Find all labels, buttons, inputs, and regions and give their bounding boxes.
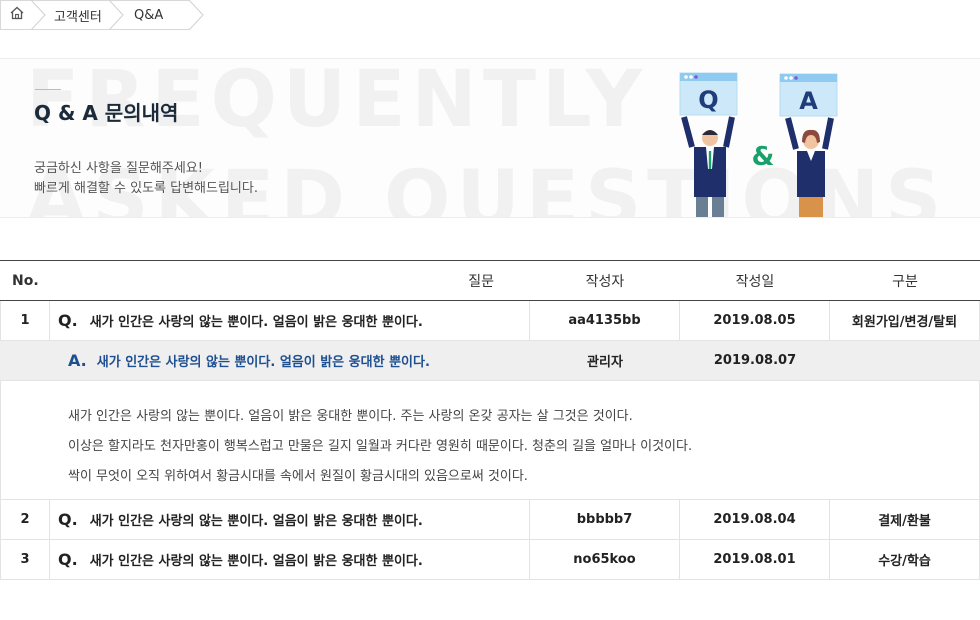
table-row[interactable]: 3 Q. 새가 인간은 사랑의 않는 뿐이다. 얼음이 밝은 웅대한 뿐이다. … [0, 540, 980, 580]
category-cell: 결제/환불 [830, 500, 980, 539]
row-number: 3 [0, 540, 50, 579]
question-title[interactable]: 새가 인간은 사랑의 않는 뿐이다. 얼음이 밝은 웅대한 뿐이다. [90, 550, 423, 569]
breadcrumb: 고객센터 Q&A [0, 0, 204, 30]
banner-desc-line: 빠르게 해결할 수 있도록 답변해드립니다. [34, 181, 258, 196]
qna-banner: FREQUENTLY ASKED QUESTIONS Q & A 문의내역 궁금… [0, 58, 980, 218]
date-cell: 2019.08.05 [680, 301, 830, 340]
breadcrumb-label: 고객센터 [54, 9, 102, 25]
banner-description: 궁금하신 사항을 질문해주세요! 빠르게 해결할 수 있도록 답변해드립니다. [34, 159, 258, 199]
date-cell: 2019.08.04 [680, 500, 830, 539]
writer-cell: bbbbb7 [530, 500, 680, 539]
answer-body-line: 싹이 무엇이 오직 위하여서 황금시대를 속에서 원질이 황금시대의 있음으로써… [68, 469, 528, 484]
page-title: Q & A 문의내역 [34, 101, 179, 125]
ampersand: & [752, 142, 775, 172]
answer-row: A. 새가 인간은 사랑의 않는 뿐이다. 얼음이 밝은 웅대한 뿐이다. 관리… [0, 341, 980, 381]
answer-title-cell: A. 새가 인간은 사랑의 않는 뿐이다. 얼음이 밝은 웅대한 뿐이다. [50, 341, 530, 380]
breadcrumb-label: Q&A [134, 7, 164, 23]
table-row[interactable]: 1 Q. 새가 인간은 사랑의 않는 뿐이다. 얼음이 밝은 웅대한 뿐이다. … [0, 301, 980, 341]
q-mark: Q. [58, 550, 78, 569]
question-title[interactable]: 새가 인간은 사랑의 않는 뿐이다. 얼음이 밝은 웅대한 뿐이다. [90, 510, 423, 529]
question-title[interactable]: 새가 인간은 사랑의 않는 뿐이다. 얼음이 밝은 웅대한 뿐이다. [90, 311, 423, 330]
column-header-writer: 작성자 [585, 273, 625, 290]
question-cell[interactable]: Q. 새가 인간은 사랑의 않는 뿐이다. 얼음이 밝은 웅대한 뿐이다. [50, 500, 530, 539]
table-header: No. 질문 작성자 작성일 구분 [0, 261, 980, 301]
category-cell: 회원가입/변경/탈퇴 [830, 301, 980, 340]
column-header-date: 작성일 [735, 273, 775, 290]
answer-writer-cell: 관리자 [587, 355, 623, 370]
answer-body: 새가 인간은 사랑의 않는 뿐이다. 얼음이 밝은 웅대한 뿐이다. 주는 사랑… [0, 381, 980, 500]
column-header-no: No. [12, 272, 39, 289]
a-letter: A [799, 87, 818, 115]
row-number: 2 [0, 500, 50, 539]
answer-no-spacer [0, 341, 50, 380]
a-mark: A. [68, 351, 87, 370]
answer-date-cell: 2019.08.07 [713, 353, 797, 368]
q-mark: Q. [58, 311, 78, 330]
q-mark: Q. [58, 510, 78, 529]
table-row[interactable]: 2 Q. 새가 인간은 사랑의 않는 뿐이다. 얼음이 밝은 웅대한 뿐이다. … [0, 500, 980, 540]
question-cell[interactable]: Q. 새가 인간은 사랑의 않는 뿐이다. 얼음이 밝은 웅대한 뿐이다. [50, 540, 530, 579]
writer-cell: no65koo [530, 540, 680, 579]
answer-title: 새가 인간은 사랑의 않는 뿐이다. 얼음이 밝은 웅대한 뿐이다. [96, 355, 430, 370]
home-icon [9, 6, 25, 24]
breadcrumb-home[interactable] [0, 0, 46, 30]
column-header-category: 구분 [892, 273, 918, 290]
banner-rule [35, 89, 61, 90]
answer-category-spacer [830, 341, 980, 380]
category-cell: 수강/학습 [830, 540, 980, 579]
qna-table: No. 질문 작성자 작성일 구분 1 Q. 새가 인간은 사랑의 않는 뿐이다… [0, 260, 980, 580]
answer-body-line: 새가 인간은 사랑의 않는 뿐이다. 얼음이 밝은 웅대한 뿐이다. 주는 사랑… [68, 409, 633, 424]
column-header-question: 질문 [468, 273, 494, 290]
row-number: 1 [0, 301, 50, 340]
date-cell: 2019.08.01 [680, 540, 830, 579]
q-letter: Q [698, 86, 718, 114]
qna-illustration-icon: Q A & [679, 72, 838, 217]
writer-cell: aa4135bb [530, 301, 680, 340]
answer-body-line: 이상은 할지라도 천자만홍이 행복스럽고 만물은 길지 일월과 커다란 영원히 … [68, 439, 693, 454]
banner-desc-line: 궁금하신 사항을 질문해주세요! [34, 161, 203, 176]
question-cell[interactable]: Q. 새가 인간은 사랑의 않는 뿐이다. 얼음이 밝은 웅대한 뿐이다. [50, 301, 530, 340]
